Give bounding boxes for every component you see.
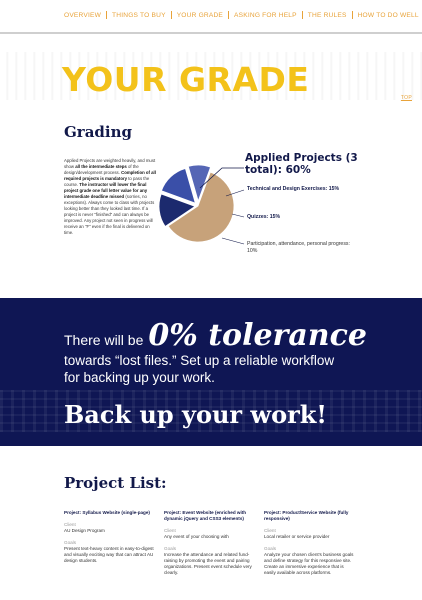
leader-exercises xyxy=(225,189,245,197)
banner-line-3: for backing up your work. xyxy=(64,370,215,385)
leader-applied xyxy=(199,167,244,189)
goals-value: Present text-heavy content in easy-to-di… xyxy=(64,546,154,563)
backup-banner: There will be 0% tolerance towards “lost… xyxy=(0,298,422,446)
project-card: Project: Event Website (enriched with dy… xyxy=(164,510,256,576)
client-value: Any event of your choosing with xyxy=(164,534,229,539)
project-list-heading: Project List: xyxy=(64,474,167,492)
client-value: Local retailer or service provider xyxy=(264,534,330,539)
leader-quizzes xyxy=(231,213,245,218)
project-card: Project: Syllabus Website (single-page) … xyxy=(64,510,156,564)
legend-exercises: Technical and Design Exercises: 15% xyxy=(247,186,340,192)
banner-backup-heading: Back up your work! xyxy=(64,400,327,429)
leader-participation xyxy=(221,237,245,245)
banner-line-2: towards “lost files.” Set up a reliable … xyxy=(64,353,335,368)
legend-quizzes: Quizzes: 15% xyxy=(247,214,281,220)
project-title: Project: Event Website (enriched with dy… xyxy=(164,510,247,521)
banner-tolerance-text: 0% tolerance xyxy=(148,318,367,353)
banner-lead-text: There will be xyxy=(64,332,144,348)
project-title: Project: Syllabus Website (single-page) xyxy=(64,510,150,515)
project-title: Project: Product/Service Website (fully … xyxy=(264,510,349,521)
project-card: Project: Product/Service Website (fully … xyxy=(264,510,356,576)
goals-value: Analyze your chosen client's business go… xyxy=(264,552,354,575)
legend-participation: Participation, attendance, personal prog… xyxy=(247,241,350,254)
banner-line-1: There will be 0% tolerance xyxy=(64,318,367,353)
applied-projects-label: Applied Projects (3 total): 60% xyxy=(245,152,358,176)
goals-value: Increase the attendance and related fund… xyxy=(164,552,252,575)
client-value: AU Design Program xyxy=(64,528,105,533)
